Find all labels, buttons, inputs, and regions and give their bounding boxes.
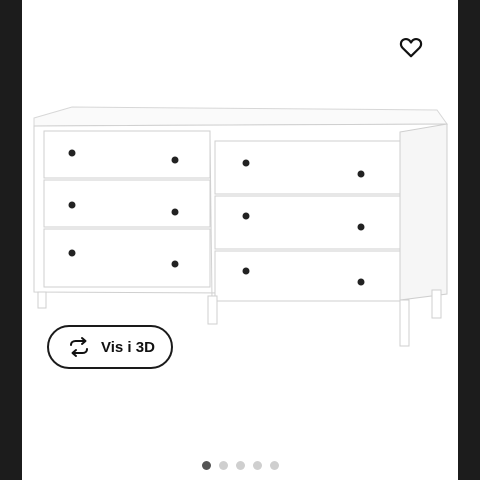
carousel-dot-3[interactable] — [235, 461, 245, 470]
view-in-3d-button[interactable]: Vis i 3D — [47, 325, 173, 369]
carousel-dot-2[interactable] — [218, 461, 228, 470]
carousel-dot-5[interactable] — [269, 461, 279, 470]
rotate-arrows-icon — [67, 335, 91, 359]
product-image-panel: Vis i 3D — [22, 0, 458, 480]
carousel-dot-1[interactable] — [201, 461, 211, 470]
image-carousel-pagination — [22, 461, 458, 473]
view-in-3d-label: Vis i 3D — [101, 338, 155, 356]
carousel-dot-4[interactable] — [252, 461, 262, 470]
dresser-image — [33, 106, 448, 347]
heart-icon[interactable] — [398, 34, 424, 60]
